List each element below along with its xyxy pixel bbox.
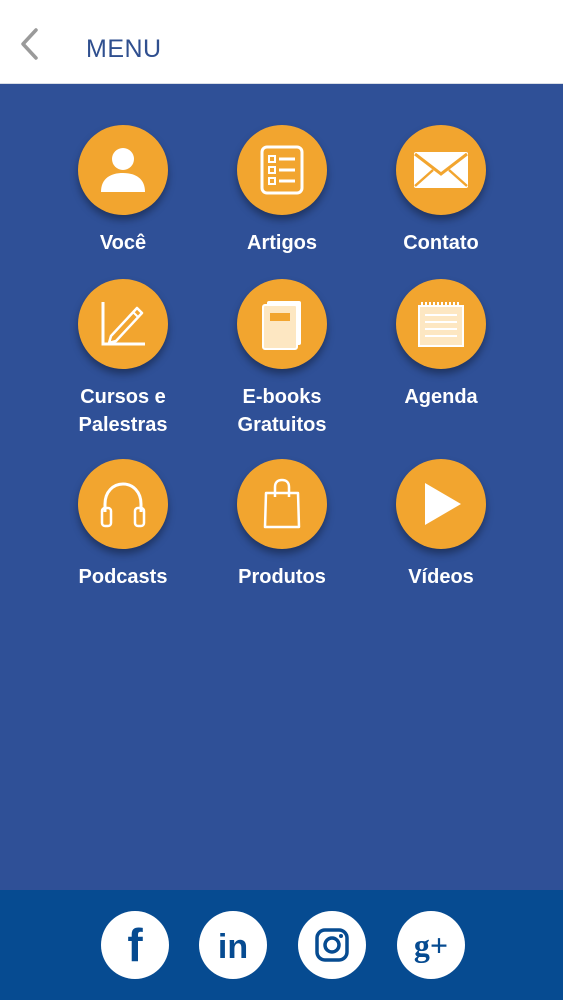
facebook-button[interactable]: f [101,911,169,979]
headphones-icon [100,482,146,528]
instagram-icon [315,928,349,962]
menu-item-circle [396,279,486,369]
envelope-icon [414,152,468,188]
menu-item-label: E-books Gratuitos [237,386,327,436]
menu-item-label: Agenda [404,386,478,408]
menu-grid: Você Artigos Contato Cursos e Palestras … [0,0,563,1000]
linkedin-button[interactable]: in [199,911,267,979]
menu-item-cursos-palestras[interactable]: Cursos e Palestras [48,279,198,439]
menu-item-agenda[interactable]: Agenda [366,279,516,411]
menu-item-label: Podcasts [78,566,168,588]
svg-text:f: f [127,923,143,967]
checklist-icon [260,145,304,195]
shopping-bag-icon [263,478,301,529]
menu-item-label: Contato [403,232,479,254]
social-footer: f in g+ [0,890,563,1000]
menu-item-podcasts[interactable]: Podcasts [48,459,198,591]
play-icon [425,483,461,525]
instagram-button[interactable] [298,911,366,979]
menu-item-label: Artigos [247,232,317,254]
google-plus-button[interactable]: g+ [397,911,465,979]
app-screen: MENU Você Artigos Contato Cursos e Pales… [0,0,563,1000]
menu-item-circle [237,459,327,549]
svg-text:in: in [218,928,248,965]
menu-item-voce[interactable]: Você [48,125,198,257]
menu-item-circle [78,125,168,215]
menu-item-circle [78,459,168,549]
person-icon [101,148,145,192]
menu-item-circle [78,279,168,369]
menu-item-circle [396,459,486,549]
notepad-icon [418,302,464,347]
menu-item-label: Cursos e Palestras [78,386,168,436]
menu-item-label: Produtos [238,566,326,588]
menu-item-videos[interactable]: Vídeos [366,459,516,591]
menu-item-circle [237,279,327,369]
pencil-chart-icon [101,302,145,346]
linkedin-icon: in [218,928,248,965]
book-icon [262,301,301,350]
menu-item-circle [237,125,327,215]
menu-item-ebooks[interactable]: E-books Gratuitos [207,279,357,439]
menu-item-produtos[interactable]: Produtos [207,459,357,591]
menu-item-artigos[interactable]: Artigos [207,125,357,257]
menu-item-contato[interactable]: Contato [366,125,516,257]
menu-item-label: Você [99,232,147,254]
menu-item-circle [396,125,486,215]
menu-item-label: Vídeos [408,566,474,588]
svg-text:g+: g+ [414,927,448,963]
google-plus-icon: g+ [414,927,448,963]
facebook-icon: f [127,923,143,967]
